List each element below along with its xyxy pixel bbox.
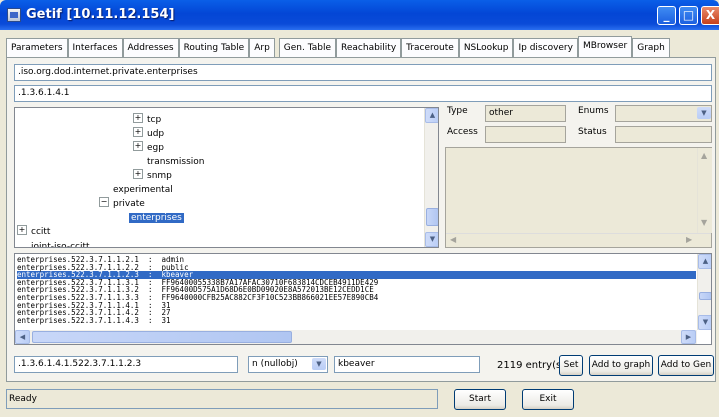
tree-expander-icon[interactable]: + (133, 113, 143, 123)
tree-scrollbar[interactable]: ▲ ▼ (424, 108, 438, 247)
tree-items: + tcp + udp + egp transmission + snmp experimenta… (15, 108, 425, 247)
enums-label: Enums (578, 106, 609, 116)
mib-tree[interactable]: + tcp + udp + egp transmission + snmp experimenta… (14, 107, 439, 248)
access-field[interactable] (485, 126, 566, 143)
scroll-up-icon[interactable]: ▲ (701, 151, 707, 160)
tree-node-experimental[interactable]: experimental (113, 185, 173, 195)
scroll-up-icon[interactable]: ▲ (425, 108, 438, 123)
type-field[interactable]: other (485, 105, 566, 122)
add-to-gen-button[interactable]: Add to Gen (658, 355, 714, 376)
scroll-left-icon[interactable]: ◀ (15, 330, 30, 344)
tree-node-private[interactable]: private (113, 199, 145, 209)
tree-expander-icon[interactable]: + (133, 169, 143, 179)
status-label: Status (578, 127, 607, 137)
description-hscrollbar[interactable]: ◀ ▶ (446, 233, 711, 247)
scroll-left-icon[interactable]: ◀ (450, 235, 456, 244)
oid-name-field[interactable]: .iso.org.dod.internet.private.enterprise… (14, 64, 712, 81)
tree-node-transmission[interactable]: transmission (147, 157, 205, 167)
tree-scroll-thumb[interactable] (426, 208, 438, 226)
set-button[interactable]: Set (559, 355, 583, 376)
results-hscroll-thumb[interactable] (32, 331, 292, 343)
chevron-down-icon[interactable]: ▼ (312, 358, 326, 370)
tab-arp[interactable]: Arp (249, 38, 275, 58)
tab-addresses[interactable]: Addresses (122, 38, 179, 58)
tab-routing-table[interactable]: Routing Table (178, 38, 250, 58)
tree-expander-icon[interactable]: + (17, 225, 27, 235)
tree-expander-icon[interactable]: − (99, 197, 109, 207)
entry-count: 2119 entry(s) (497, 360, 566, 371)
start-button[interactable]: Start (454, 389, 506, 410)
tab-interfaces[interactable]: Interfaces (67, 38, 123, 58)
tab-ip-discovery[interactable]: Ip discovery (513, 38, 578, 58)
tab-strip: Parameters Interfaces Addresses Routing Tab… (6, 36, 713, 58)
tab-graph[interactable]: Graph (632, 38, 670, 58)
scroll-up-icon[interactable]: ▲ (698, 254, 711, 269)
description-scrollbar[interactable]: ▲ ▼ (697, 148, 712, 233)
tab-reachability[interactable]: Reachability (336, 38, 402, 58)
tab-traceroute[interactable]: Traceroute (401, 38, 459, 58)
result-oid: enterprises.522.3.7.1.1.4.3 (17, 315, 139, 325)
close-button[interactable]: X (701, 6, 719, 25)
scroll-down-icon[interactable]: ▼ (701, 218, 707, 227)
value-input[interactable]: kbeaver (334, 356, 480, 373)
tree-expander-icon[interactable]: + (133, 127, 143, 137)
tree-node-tcp[interactable]: tcp (147, 115, 161, 125)
results-list[interactable]: enterprises.522.3.7.1.1.2.1 : admin enter… (14, 253, 712, 345)
description-box[interactable]: ▲ ▼ ◀ ▶ (445, 147, 712, 248)
tab-gen-table[interactable]: Gen. Table (278, 38, 337, 58)
tree-expander-icon[interactable]: + (133, 141, 143, 151)
scroll-down-icon[interactable]: ▼ (698, 315, 711, 330)
scroll-right-icon[interactable]: ▶ (686, 235, 692, 244)
result-row[interactable]: enterprises.522.3.7.1.1.4.3 : 31 (17, 315, 696, 325)
scroll-right-icon[interactable]: ▶ (681, 330, 696, 344)
tree-node-ccitt[interactable]: ccitt (31, 227, 50, 237)
results-rows: enterprises.522.3.7.1.1.2.1 : admin enter… (17, 256, 696, 324)
minimize-button[interactable]: _ (657, 6, 676, 25)
scroll-down-icon[interactable]: ▼ (425, 232, 438, 247)
tree-node-snmp[interactable]: snmp (147, 171, 172, 181)
tab-parameters[interactable]: Parameters (6, 38, 68, 58)
tree-node-joint-iso-ccitt[interactable]: joint-iso-ccitt (31, 242, 90, 247)
results-scrollbar[interactable]: ▲ ▼ (697, 254, 711, 330)
results-scroll-thumb[interactable] (699, 292, 711, 300)
window-title: Getif [10.11.12.154] (26, 7, 175, 22)
add-to-graph-button[interactable]: Add to graph (589, 355, 653, 376)
exit-button[interactable]: Exit (522, 389, 574, 410)
chevron-down-icon[interactable]: ▼ (697, 107, 711, 119)
tree-node-egp[interactable]: egp (147, 143, 164, 153)
access-label: Access (447, 127, 478, 137)
oid-numeric-field[interactable]: .1.3.6.1.4.1 (14, 85, 712, 102)
results-hscrollbar[interactable]: ◀ ▶ (15, 330, 697, 344)
status-bar: Ready (6, 389, 438, 409)
result-value: FF9640000CFB25AC882CF3F10C523BB866021EE5… (161, 292, 379, 302)
oid-input[interactable]: .1.3.6.1.4.1.522.3.7.1.1.2.3 (14, 356, 238, 373)
result-value: 31 (161, 315, 171, 325)
maximize-button[interactable]: □ (679, 6, 698, 25)
type-label: Type (447, 106, 468, 116)
tab-mbrowser[interactable]: MBrowser (577, 36, 633, 58)
status-field[interactable] (615, 126, 712, 143)
app-icon (7, 8, 21, 22)
tree-node-enterprises[interactable]: enterprises (129, 213, 184, 223)
tree-node-udp[interactable]: udp (147, 129, 164, 139)
tab-nslookup[interactable]: NSLookup (458, 38, 514, 58)
result-sep: : (147, 315, 153, 325)
